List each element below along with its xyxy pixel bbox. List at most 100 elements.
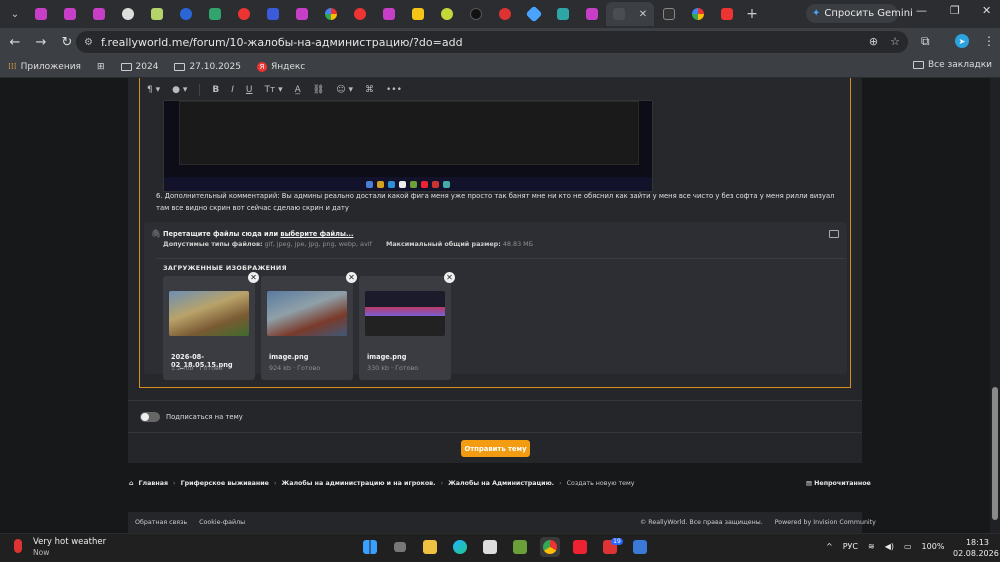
- format-clear-icon[interactable]: A̲: [295, 85, 301, 95]
- volume-icon[interactable]: ◀): [885, 542, 894, 551]
- chevron-up-icon[interactable]: ^: [826, 542, 833, 551]
- uploaded-image-card[interactable]: ✕ image.png 330 kb · Готово: [359, 272, 455, 380]
- remove-image-icon[interactable]: ✕: [346, 272, 357, 283]
- task-view-icon[interactable]: [390, 537, 410, 557]
- unread-link[interactable]: ▤ Непрочитанное: [806, 480, 871, 487]
- close-window-icon[interactable]: ✕: [982, 4, 991, 17]
- new-tab-button[interactable]: +: [741, 6, 763, 22]
- wifi-icon[interactable]: ≋: [868, 542, 875, 551]
- browser-tab[interactable]: [113, 2, 142, 26]
- remove-image-icon[interactable]: ✕: [444, 272, 455, 283]
- tab-favicon-icon: [179, 8, 192, 20]
- browser-tab[interactable]: [229, 2, 258, 26]
- bookmark-star-icon[interactable]: ☆: [890, 35, 900, 48]
- clock[interactable]: 18:13 02.08.2026: [953, 537, 999, 559]
- browser-tab[interactable]: [345, 2, 374, 26]
- app-pink-icon[interactable]: 19: [600, 537, 623, 557]
- paint-icon[interactable]: [630, 537, 650, 557]
- time: 18:13: [965, 538, 989, 547]
- uploaded-image-card[interactable]: ✕ image.png 924 kb · Готово: [261, 272, 357, 380]
- browser-tab[interactable]: [683, 2, 712, 26]
- edge-icon[interactable]: [450, 537, 470, 557]
- uploaded-image-card[interactable]: ✕ 2026-08-02_18.05.15.png 1.2 mb · Готов…: [163, 272, 259, 380]
- browser-tab[interactable]: [577, 2, 606, 26]
- app-red-icon[interactable]: [570, 537, 590, 557]
- browser-tab[interactable]: [287, 2, 316, 26]
- battery-icon[interactable]: ▭: [904, 542, 912, 551]
- language-indicator[interactable]: РУС: [843, 542, 858, 551]
- browser-tab[interactable]: [142, 2, 171, 26]
- more-icon[interactable]: •••: [386, 85, 402, 95]
- underline-icon[interactable]: U: [246, 85, 253, 95]
- tab-search-chevron-icon[interactable]: ⌄: [4, 3, 26, 25]
- start-icon[interactable]: [360, 537, 380, 557]
- extensions-icon[interactable]: ⧉: [921, 34, 930, 49]
- browser-tab[interactable]: [84, 2, 113, 26]
- browser-tab[interactable]: [258, 2, 287, 26]
- browser-tab[interactable]: [374, 2, 403, 26]
- browser-tab[interactable]: [200, 2, 229, 26]
- submit-topic-button[interactable]: Отправить тему: [461, 440, 530, 457]
- cookies-link[interactable]: Cookie-файлы: [199, 519, 245, 526]
- all-bookmarks[interactable]: Все закладки: [912, 60, 992, 70]
- bookmark-apps[interactable]: ⁞⁞⁞ Приложения: [8, 62, 81, 72]
- weather-title[interactable]: Very hot weather: [33, 537, 106, 547]
- breadcrumb-link[interactable]: Главная: [139, 480, 169, 487]
- tab-close-icon[interactable]: ✕: [639, 9, 647, 20]
- strikethrough-icon[interactable]: ⌘: [365, 85, 374, 95]
- gemini-button[interactable]: ✦ Спросить Gemini: [806, 4, 913, 23]
- feedback-link[interactable]: Обратная связь: [135, 519, 187, 526]
- list-item-6: 6. Дополнительный комментарий: Вы админы…: [156, 190, 836, 214]
- breadcrumb-link[interactable]: Жалобы на Администрацию.: [448, 480, 554, 487]
- telegram-icon[interactable]: ➤: [955, 34, 969, 48]
- bookmark-folder[interactable]: 2024: [120, 62, 158, 72]
- back-icon[interactable]: ←: [2, 35, 28, 50]
- folder-icon[interactable]: [829, 230, 839, 238]
- paragraph-icon[interactable]: ¶ ▾: [147, 85, 160, 95]
- site-settings-icon[interactable]: ⚙: [84, 37, 93, 48]
- choose-files-link[interactable]: выберите файлы...: [280, 230, 353, 238]
- remove-image-icon[interactable]: ✕: [248, 272, 259, 283]
- browser-tab[interactable]: [461, 2, 490, 26]
- browser-tab[interactable]: [654, 2, 683, 26]
- minecraft-icon[interactable]: [510, 537, 530, 557]
- breadcrumb-link[interactable]: Жалобы на администрацию и на игроков.: [281, 480, 435, 487]
- maximize-icon[interactable]: ❐: [950, 4, 960, 17]
- browser-tab[interactable]: [26, 2, 55, 26]
- bold-icon[interactable]: B: [212, 85, 219, 95]
- browser-tab[interactable]: [490, 2, 519, 26]
- menu-icon[interactable]: ⋮: [983, 34, 995, 48]
- bookmark-yandex[interactable]: Я Яндекс: [256, 61, 305, 72]
- browser-tab[interactable]: [316, 2, 345, 26]
- browser-tab[interactable]: [519, 2, 548, 26]
- list-text: Дополнительный комментарий: Вы админы ре…: [156, 192, 835, 212]
- forward-icon[interactable]: →: [28, 35, 54, 50]
- emoji-icon[interactable]: ☺ ▾: [336, 85, 353, 95]
- browser-tab[interactable]: [712, 2, 741, 26]
- minimize-icon[interactable]: —: [916, 4, 927, 17]
- tab-groups-icon[interactable]: ⊞: [97, 62, 105, 72]
- image-thumbnail: [169, 291, 249, 336]
- text-size-icon[interactable]: Tт ▾: [264, 85, 282, 95]
- bookmark-folder[interactable]: 27.10.2025: [174, 62, 241, 72]
- powered-by-link[interactable]: Powered by Invision Community: [775, 519, 876, 526]
- file-explorer-icon[interactable]: [420, 537, 440, 557]
- browser-tab[interactable]: [403, 2, 432, 26]
- browser-tab-active[interactable]: ✕: [606, 2, 654, 26]
- browser-tab[interactable]: [548, 2, 577, 26]
- thermometer-icon: [14, 539, 22, 553]
- font-color-icon[interactable]: ● ▾: [172, 85, 187, 95]
- store-icon[interactable]: [480, 537, 500, 557]
- browser-tab[interactable]: [432, 2, 461, 26]
- italic-icon[interactable]: I: [231, 85, 234, 95]
- address-bar[interactable]: ⚙ f.reallyworld.me/forum/10-жалобы-на-ад…: [76, 31, 908, 53]
- breadcrumb-link[interactable]: Гриферское выживание: [181, 480, 269, 487]
- browser-tab[interactable]: [55, 2, 84, 26]
- browser-tab[interactable]: [171, 2, 200, 26]
- link-icon[interactable]: ⛓: [313, 85, 324, 95]
- yandex-icon: Я: [256, 61, 267, 72]
- chrome-icon[interactable]: [540, 537, 560, 557]
- follow-toggle[interactable]: [140, 412, 160, 422]
- scrollbar-thumb[interactable]: [992, 387, 998, 520]
- zoom-icon[interactable]: ⊕: [869, 35, 878, 48]
